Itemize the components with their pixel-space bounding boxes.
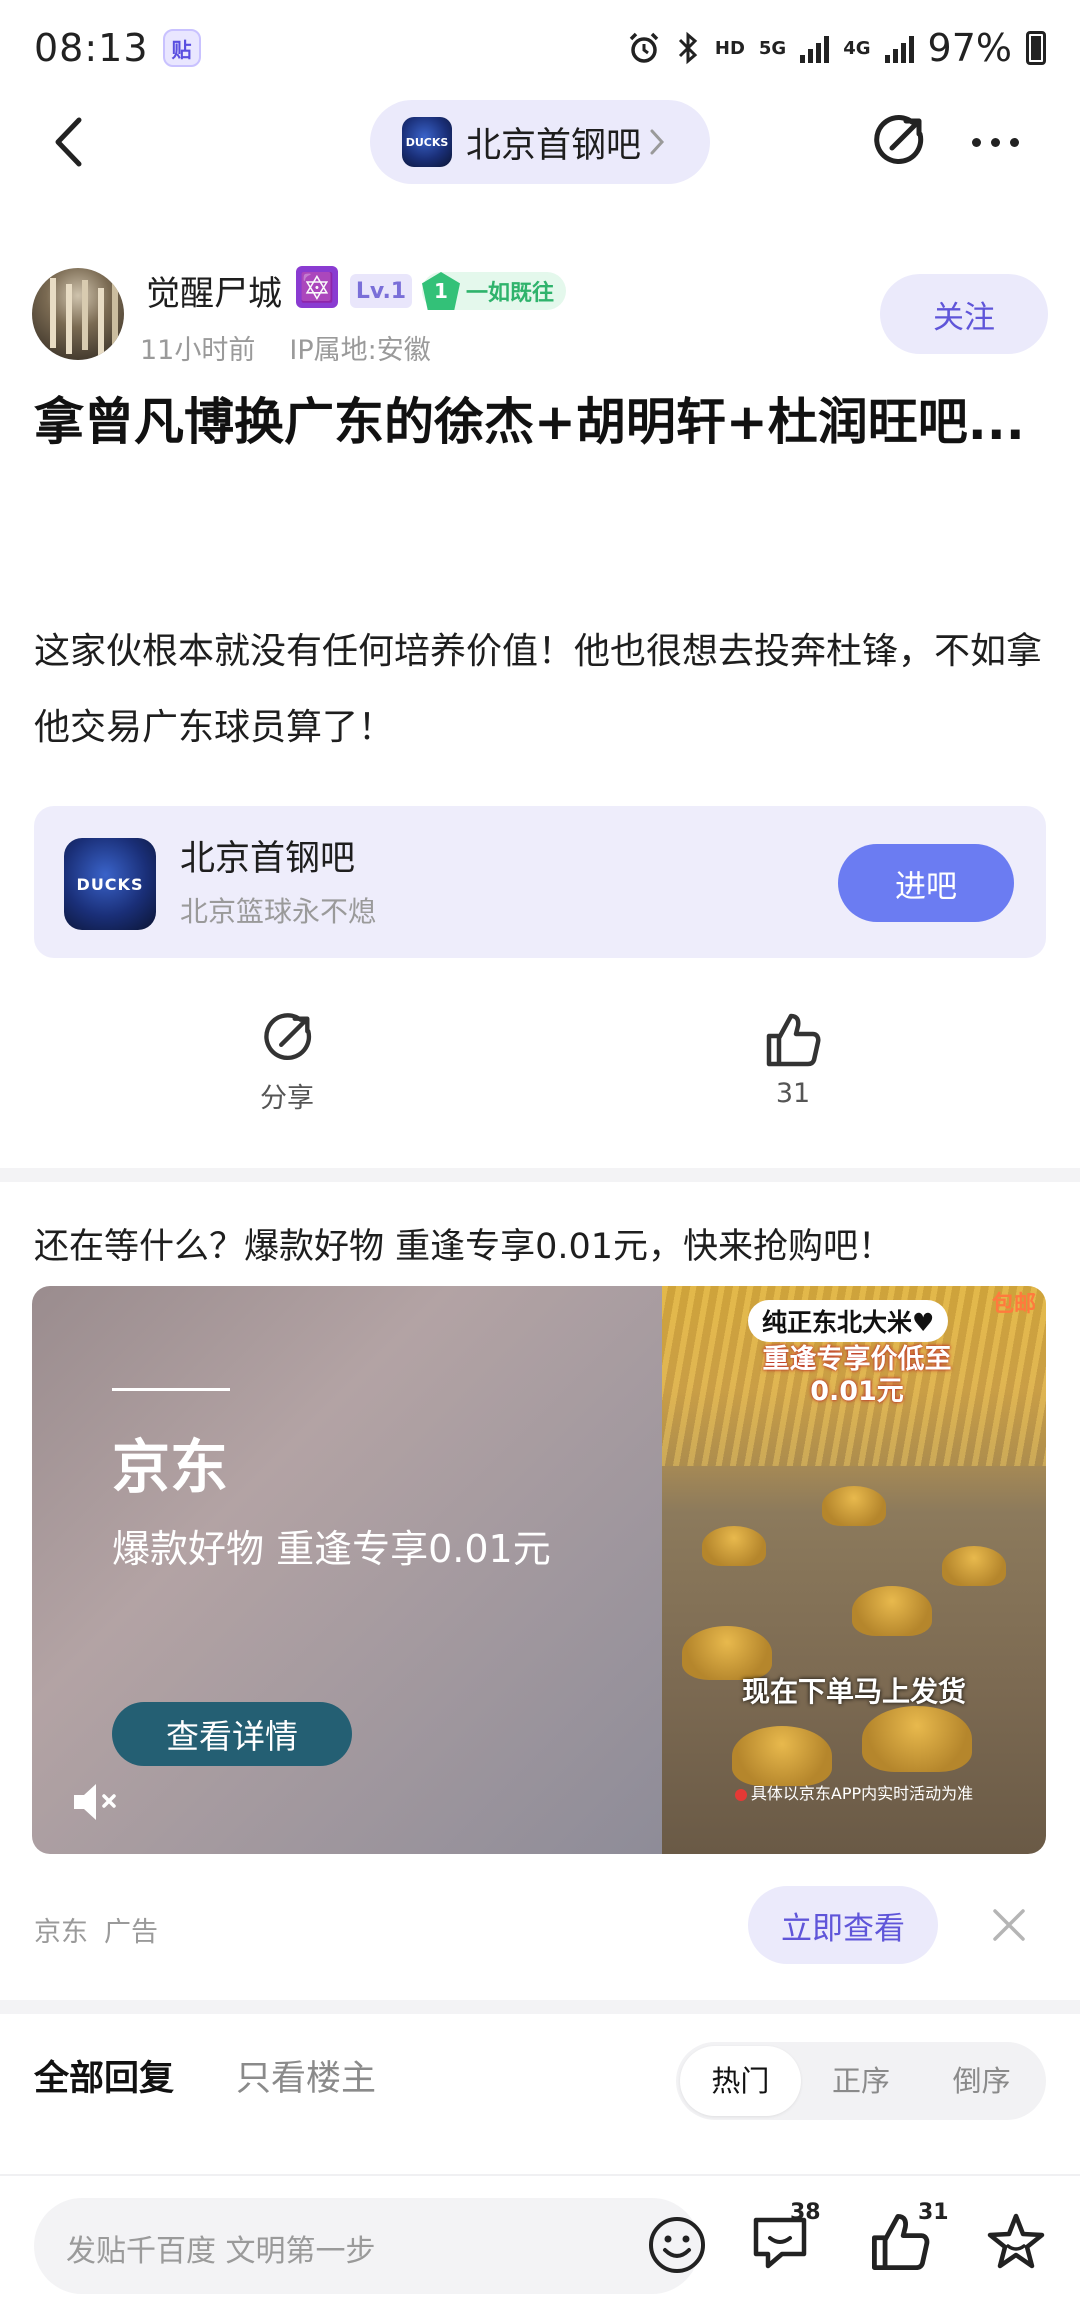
ad-note: 具体以京东APP内实时活动为准: [682, 1780, 1026, 1804]
forum-card-description: 北京篮球永不熄: [180, 895, 377, 928]
more-options-button[interactable]: [960, 112, 1030, 172]
rice-sheaf: [862, 1706, 972, 1772]
dot-icon: [990, 137, 1000, 147]
author-name[interactable]: 觉醒尸城: [146, 266, 282, 315]
dot-icon: [971, 137, 981, 147]
battery-icon: [1026, 31, 1046, 65]
ad-price-line: 重逢专享价低至: [762, 1344, 952, 1375]
tieba-notification-icon: 贴: [162, 29, 201, 67]
signal-4g-icon: [884, 33, 914, 63]
level-badge: Lv.1: [350, 274, 412, 308]
4g-indicator: 4G: [843, 37, 871, 59]
status-bar: 08:13 贴 HD 5G 4G 97%: [0, 0, 1080, 96]
share-action[interactable]: 分享: [207, 1010, 367, 1115]
ip-location: IP属地:安徽: [289, 335, 431, 366]
medal-badge: 1 一如既往: [422, 272, 567, 310]
ad-corner-tag: 包邮: [991, 1292, 1036, 1317]
follow-button[interactable]: 关注: [880, 274, 1048, 354]
author-row: 觉醒尸城 🔯 Lv.1 1 一如既往 11小时前 IP属地:安徽 关注: [32, 266, 1048, 376]
ad-cta-text: 现在下单马上发货: [741, 1675, 966, 1708]
forum-card-name: 北京首钢吧: [180, 839, 356, 879]
ad-brand: 京东: [112, 1433, 229, 1501]
sort-hot[interactable]: 热门: [680, 2046, 801, 2116]
mute-icon[interactable]: [70, 1780, 126, 1824]
ad-footer: 京东 广告: [34, 1910, 158, 1949]
forum-logo: DUCKS: [402, 117, 452, 167]
bluetooth-icon: [678, 31, 698, 65]
post-actions: 分享 31: [0, 1010, 1080, 1130]
hd-indicator: HD: [714, 37, 745, 59]
signal-5g-icon: [800, 33, 830, 63]
status-time: 08:13: [34, 26, 149, 70]
status-indicators: HD 5G 4G 97%: [627, 26, 1046, 70]
share-icon: [264, 1013, 312, 1061]
forum-pill[interactable]: DUCKS 北京首钢吧: [370, 100, 710, 184]
thumbs-up-icon: [766, 1013, 821, 1067]
enter-forum-button[interactable]: 进吧: [838, 844, 1014, 922]
alarm-icon: [629, 32, 659, 63]
ad-media[interactable]: 京东 爆款好物 重逢专享0.01元 查看详情 纯正东北大米♥ 包邮 重逢专享价低…: [32, 1286, 1046, 1854]
close-icon[interactable]: [990, 1906, 1028, 1944]
forum-pill-name: 北京首钢吧: [466, 125, 642, 166]
ad-advertiser: 京东: [34, 1917, 88, 1948]
ad-detail-button[interactable]: 查看详情: [112, 1702, 352, 1766]
like-action[interactable]: 31: [713, 1010, 873, 1109]
post-title: 拿曾凡博换广东的徐杰+胡明轩+杜润旺吧...: [34, 393, 1025, 451]
ad-divider-line: [112, 1388, 230, 1391]
dot-icon: [1009, 137, 1019, 147]
emoji-icon[interactable]: [646, 2214, 708, 2276]
avatar[interactable]: [32, 268, 124, 360]
like-count: 31: [918, 2200, 949, 2225]
sort-descending[interactable]: 倒序: [921, 2046, 1042, 2116]
tab-all-replies[interactable]: 全部回复: [34, 2050, 174, 2101]
chevron-left-icon: [55, 117, 82, 167]
share-label: 分享: [260, 1083, 314, 1114]
star-icon[interactable]: [984, 2210, 1048, 2274]
share-icon: [874, 115, 924, 164]
like-count: 31: [775, 1078, 811, 1109]
comment-input[interactable]: 发贴千百度 文明第一步: [34, 2198, 705, 2294]
section-divider: [0, 2000, 1080, 2014]
comment-placeholder: 发贴千百度 文明第一步: [66, 2234, 376, 2269]
post-body: 这家伙根本就没有任何培养价值！他也很想去投奔杜锋，不如拿他交易广东球员算了！: [34, 631, 1043, 748]
ad-video-panel: 京东 爆款好物 重逢专享0.01元 查看详情: [32, 1286, 662, 1854]
back-button[interactable]: [38, 112, 98, 172]
share-button[interactable]: [868, 112, 928, 172]
ad-product-tag: 纯正东北大米♥: [748, 1300, 949, 1342]
sort-ascending[interactable]: 正序: [801, 2046, 922, 2116]
forum-card[interactable]: DUCKS 北京首钢吧 北京篮球永不熄 进吧: [34, 806, 1046, 958]
rice-sheaf: [852, 1586, 932, 1636]
battery-percent: 97%: [927, 26, 1012, 70]
tab-op-only[interactable]: 只看楼主: [236, 2050, 376, 2101]
section-divider: [0, 1168, 1080, 1182]
top-nav: DUCKS 北京首钢吧: [0, 96, 1080, 188]
bottom-bar: 发贴千百度 文明第一步 38 31: [0, 2174, 1080, 2316]
sort-toggle: 热门 正序 倒序: [676, 2042, 1046, 2120]
chevron-right-icon: [650, 129, 665, 155]
view-now-button[interactable]: 立即查看: [748, 1886, 938, 1964]
ad-headline[interactable]: 还在等什么？爆款好物 重逢专享0.01元，快来抢购吧！: [34, 1218, 893, 1269]
rice-sheaf: [942, 1546, 1006, 1586]
post-meta: 11小时前 IP属地:安徽: [140, 328, 431, 367]
rice-sheaf: [822, 1486, 886, 1526]
ad-label: 广告: [104, 1917, 158, 1948]
ad-price-line: 0.01元: [810, 1376, 904, 1407]
5g-indicator: 5G: [758, 37, 787, 59]
comment-count: 38: [790, 2200, 821, 2225]
ad-slogan: 爆款好物 重逢专享0.01元: [112, 1527, 551, 1571]
rice-sheaf: [732, 1726, 832, 1786]
star-of-david-icon: 🔯: [296, 266, 338, 308]
medal-text: 一如既往: [466, 281, 555, 306]
ad-price: 重逢专享价低至 0.01元: [722, 1344, 992, 1408]
forum-card-logo: DUCKS: [64, 838, 156, 930]
ad-product-image: 纯正东北大米♥ 包邮 重逢专享价低至 0.01元 现在下单马上发货 具体以京东AP…: [662, 1286, 1046, 1854]
rice-sheaf: [702, 1526, 766, 1566]
gem-icon: 1: [422, 272, 460, 310]
post-time: 11小时前: [140, 335, 256, 366]
reply-tabs: 全部回复 只看楼主: [34, 2050, 376, 2101]
